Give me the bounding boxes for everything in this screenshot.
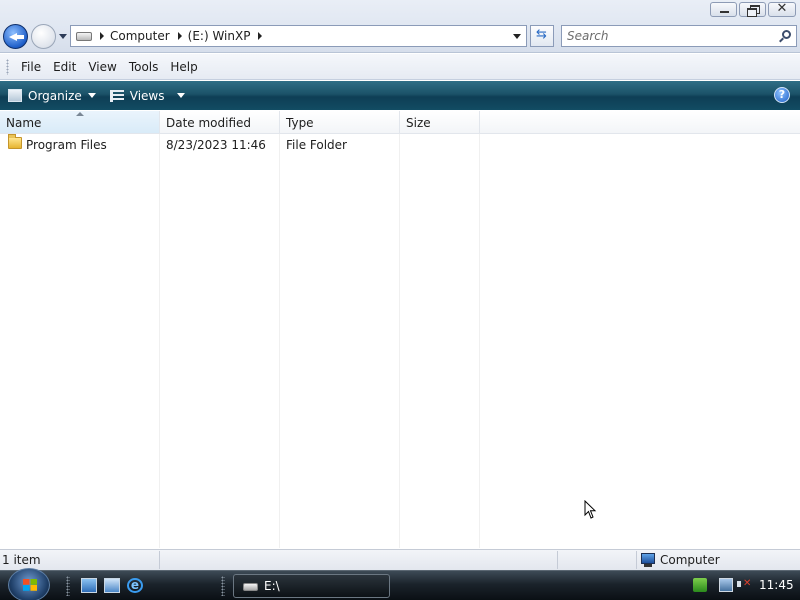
switch-windows-icon[interactable]: [104, 578, 120, 593]
file-date-modified: 8/23/2023 11:46: [166, 138, 266, 152]
column-header-size[interactable]: Size: [400, 111, 480, 134]
column-divider: [279, 134, 280, 548]
column-divider: [399, 134, 400, 548]
file-list[interactable]: Name Date modified Type Size Program Fil…: [0, 111, 800, 548]
organize-button[interactable]: Organize: [0, 81, 102, 110]
taskbar-window-button[interactable]: E:\: [233, 574, 390, 598]
windows-update-icon[interactable]: [693, 578, 707, 592]
menu-bar: File Edit View Tools Help: [0, 54, 800, 80]
address-bar[interactable]: Computer (E:) WinXP: [70, 25, 527, 47]
breadcrumb-computer[interactable]: Computer: [110, 29, 170, 43]
breadcrumb-arrow-icon[interactable]: [100, 32, 104, 40]
chevron-down-icon: [87, 93, 96, 98]
status-divider: [159, 551, 160, 569]
column-header-type[interactable]: Type: [280, 111, 400, 134]
back-button[interactable]: [3, 24, 28, 49]
window-controls: ✕: [710, 1, 796, 17]
search-box[interactable]: [561, 25, 797, 47]
search-input[interactable]: [562, 26, 762, 46]
computer-icon: [641, 553, 655, 567]
forward-button[interactable]: [31, 24, 56, 49]
chevron-down-icon[interactable]: [176, 93, 185, 98]
breadcrumb-arrow-icon[interactable]: [177, 32, 182, 40]
column-header-empty: [480, 111, 800, 134]
menu-grip: [6, 58, 9, 75]
organize-label: Organize: [28, 88, 82, 103]
status-divider: [557, 551, 558, 569]
drive-icon: [76, 31, 92, 41]
windows-logo-icon: [23, 579, 37, 591]
breadcrumb-arrow-icon[interactable]: [258, 32, 263, 40]
refresh-button[interactable]: ⇆: [530, 25, 554, 47]
column-header-label: Date modified: [166, 116, 252, 130]
show-desktop-icon[interactable]: [81, 578, 97, 593]
column-divider: [479, 134, 480, 548]
taskbar-window-label: E:\: [264, 579, 280, 593]
status-location: Computer: [660, 553, 720, 567]
menu-view[interactable]: View: [82, 60, 122, 74]
sort-ascending-icon: [76, 112, 84, 116]
address-dropdown-icon[interactable]: [513, 34, 521, 39]
file-name[interactable]: Program Files: [26, 138, 107, 152]
menu-tools[interactable]: Tools: [123, 60, 165, 74]
organize-icon: [8, 89, 22, 102]
column-header-name[interactable]: Name: [0, 111, 160, 134]
column-divider: [159, 134, 160, 548]
close-icon: ✕: [776, 1, 788, 16]
views-icon: [109, 89, 124, 102]
taskbar: e E:\ 11:45: [0, 568, 800, 600]
column-header-label: Type: [286, 116, 314, 130]
file-type: File Folder: [286, 138, 347, 152]
start-button[interactable]: [8, 568, 50, 600]
help-icon[interactable]: ?: [774, 87, 790, 103]
search-icon[interactable]: [782, 30, 791, 39]
taskbar-grip[interactable]: [221, 576, 225, 596]
network-icon[interactable]: [719, 578, 733, 592]
taskbar-grip[interactable]: [66, 576, 70, 596]
clock[interactable]: 11:45: [759, 578, 794, 592]
status-divider: [636, 551, 637, 569]
table-row[interactable]: Program Files 8/23/2023 11:46 File Folde…: [0, 134, 480, 155]
command-bar: Organize Views ?: [0, 81, 800, 110]
menu-edit[interactable]: Edit: [47, 60, 82, 74]
minimize-button[interactable]: [710, 2, 737, 17]
folder-icon: [8, 134, 22, 149]
volume-muted-icon[interactable]: [737, 578, 751, 592]
views-button[interactable]: Views: [102, 81, 191, 110]
item-count: 1 item: [2, 553, 41, 567]
restore-button[interactable]: [739, 2, 766, 17]
views-label: Views: [129, 88, 165, 103]
status-bar: 1 item Computer: [0, 549, 800, 570]
drive-icon: [243, 583, 258, 591]
column-header-label: Name: [6, 116, 42, 130]
title-bar: ✕ Computer (E:) WinXP ⇆: [0, 0, 800, 53]
column-header-label: Size: [406, 116, 431, 130]
menu-file[interactable]: File: [15, 60, 47, 74]
refresh-icon: ⇆: [536, 27, 547, 42]
column-header-date[interactable]: Date modified: [160, 111, 280, 134]
internet-explorer-icon[interactable]: e: [127, 578, 143, 593]
breadcrumb-drive[interactable]: (E:) WinXP: [188, 29, 251, 43]
menu-help[interactable]: Help: [164, 60, 203, 74]
recent-pages-dropdown[interactable]: [59, 34, 67, 39]
close-button[interactable]: ✕: [768, 1, 796, 17]
